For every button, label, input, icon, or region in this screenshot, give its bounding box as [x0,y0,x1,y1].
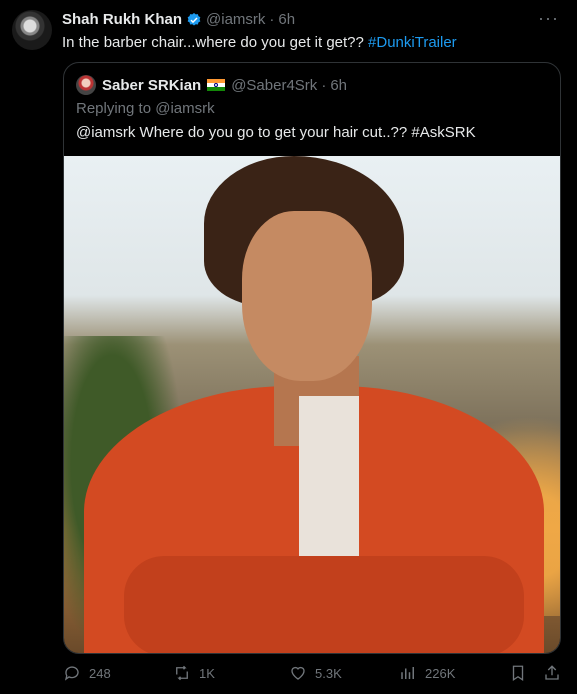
quoted-name: Saber SRKian [102,76,202,94]
quoted-text: @iamsrk Where do you go to get your hair… [76,124,476,141]
action-bar: 248 1K 5.3K 226K [63,664,559,688]
separator-dot: · [269,11,275,28]
photo-shirt [299,396,359,556]
verified-badge-icon [187,12,201,26]
repost-button[interactable]: 1K [173,664,215,682]
heart-icon [291,666,305,680]
quoted-tweet[interactable]: Saber SRKian @Saber4Srk · 6h Replying to… [63,62,561,654]
photo-face [242,211,372,381]
share-button[interactable] [543,664,561,682]
repost-icon [176,665,188,681]
replying-handle: @iamsrk [155,100,215,117]
quoted-separator: · [321,76,327,94]
author-handle[interactable]: @iamsrk [206,11,265,28]
tweet-time[interactable]: 6h [278,11,295,28]
like-button[interactable]: 5.3K [289,664,342,682]
quoted-handle: @Saber4Srk [231,76,318,94]
hashtag-link[interactable]: #DunkiTrailer [368,34,457,51]
photo-crossed-arms [124,556,524,653]
quoted-header: Saber SRKian @Saber4Srk · 6h [76,75,347,95]
india-flag-icon [207,79,226,91]
reply-count: 248 [89,665,111,681]
tweet-text: In the barber chair...where do you get i… [62,34,457,51]
more-options-button[interactable]: ··· [538,8,559,29]
tweet-text-body: In the barber chair...where do you get i… [62,34,369,51]
views-button[interactable]: 226K [399,664,455,682]
reply-button[interactable]: 248 [63,664,111,682]
replying-label: Replying to [76,100,156,117]
repost-count: 1K [199,665,215,681]
replying-to: Replying to @iamsrk [76,100,215,117]
quoted-time: 6h [330,76,347,94]
share-icon [545,665,559,680]
tweet-photo[interactable] [64,156,560,653]
bookmark-button[interactable] [509,664,527,682]
like-count: 5.3K [315,665,342,681]
quoted-avatar [76,75,96,95]
views-chart-icon [401,667,414,679]
author-name[interactable]: Shah Rukh Khan [62,11,182,28]
tweet-header: Shah Rukh Khan @iamsrk · 6h [62,11,295,28]
views-count: 226K [425,665,456,681]
reply-icon [64,666,79,681]
bookmark-icon [512,665,524,682]
author-avatar[interactable] [12,10,52,50]
